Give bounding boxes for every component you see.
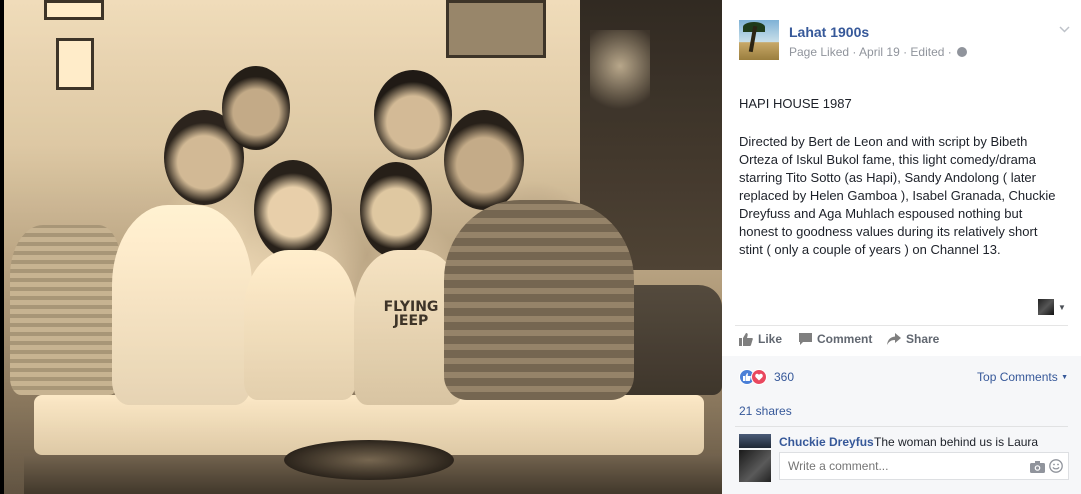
wall-frame <box>56 38 94 90</box>
chevron-down-icon[interactable] <box>1059 26 1070 33</box>
share-label: Share <box>906 332 940 346</box>
top-comments-label: Top Comments <box>977 370 1058 384</box>
post-actions: Like Comment Share <box>739 332 1069 350</box>
post-title: HAPI HOUSE 1987 <box>739 96 852 111</box>
post-meta-text[interactable]: Page Liked · April 19 · Edited · <box>789 45 952 59</box>
caret-down-icon: ▼ <box>1061 374 1068 381</box>
divider <box>735 325 1068 326</box>
top-comments-dropdown[interactable]: Top Comments ▼ <box>977 370 1068 384</box>
viewer-avatar[interactable] <box>739 450 771 482</box>
comment-icon <box>799 333 812 345</box>
reactions-section: 360 Top Comments ▼ 21 shares Chuckie Dre… <box>722 356 1081 494</box>
globe-icon <box>957 47 968 57</box>
person-body <box>112 205 252 405</box>
comment-composer <box>739 450 1069 482</box>
person-body <box>444 200 634 400</box>
emoji-icon[interactable] <box>1049 459 1063 478</box>
pillow <box>10 225 120 395</box>
share-button[interactable]: Share <box>887 332 939 346</box>
caret-down-icon[interactable]: ▼ <box>1058 303 1066 312</box>
person-head <box>444 110 524 210</box>
photo-viewer[interactable]: FLYING JEEP <box>0 0 722 494</box>
commenter-avatar[interactable] <box>739 434 771 448</box>
page-avatar[interactable] <box>739 20 779 60</box>
thumbs-up-icon <box>739 332 753 346</box>
comment-text: The woman behind us is Laura <box>874 435 1039 448</box>
person-body <box>244 250 356 400</box>
person-head <box>222 66 290 150</box>
wall-painting <box>446 0 546 58</box>
comment-item: Chuckie Dreyfus The woman behind us is L… <box>739 434 1069 448</box>
shirt-print: FLYING JEEP <box>383 299 439 329</box>
like-label: Like <box>758 332 783 346</box>
comment-author[interactable]: Chuckie Dreyfus <box>779 435 874 448</box>
camera-icon[interactable] <box>1030 460 1045 478</box>
trophies <box>590 30 650 120</box>
table-plant <box>284 440 454 480</box>
like-button[interactable]: Like <box>739 332 782 346</box>
page-name-link[interactable]: Lahat 1900s <box>789 24 869 40</box>
reaction-count[interactable]: 360 <box>774 370 794 384</box>
post-header: Lahat 1900s Page Liked · April 19 · Edit… <box>739 20 1070 60</box>
person-head <box>254 160 332 260</box>
love-reaction-icon <box>751 369 767 385</box>
shares-link[interactable]: 21 shares <box>739 404 792 418</box>
wall-frame <box>44 0 104 20</box>
viewer-avatar[interactable] <box>1038 299 1054 315</box>
comment-button[interactable]: Comment <box>799 332 872 346</box>
post-panel: Lahat 1900s Page Liked · April 19 · Edit… <box>722 0 1081 494</box>
reaction-icons[interactable] <box>739 369 771 385</box>
person-head <box>360 162 432 258</box>
post-meta: Page Liked · April 19 · Edited · <box>789 45 968 59</box>
comment-label: Comment <box>817 332 873 346</box>
post-photo[interactable]: FLYING JEEP <box>4 0 722 494</box>
share-arrow-icon <box>887 333 901 345</box>
comment-input[interactable] <box>779 452 1069 480</box>
divider <box>735 426 1068 427</box>
person-head <box>374 70 452 160</box>
post-body: Directed by Bert de Leon and with script… <box>739 134 1056 257</box>
